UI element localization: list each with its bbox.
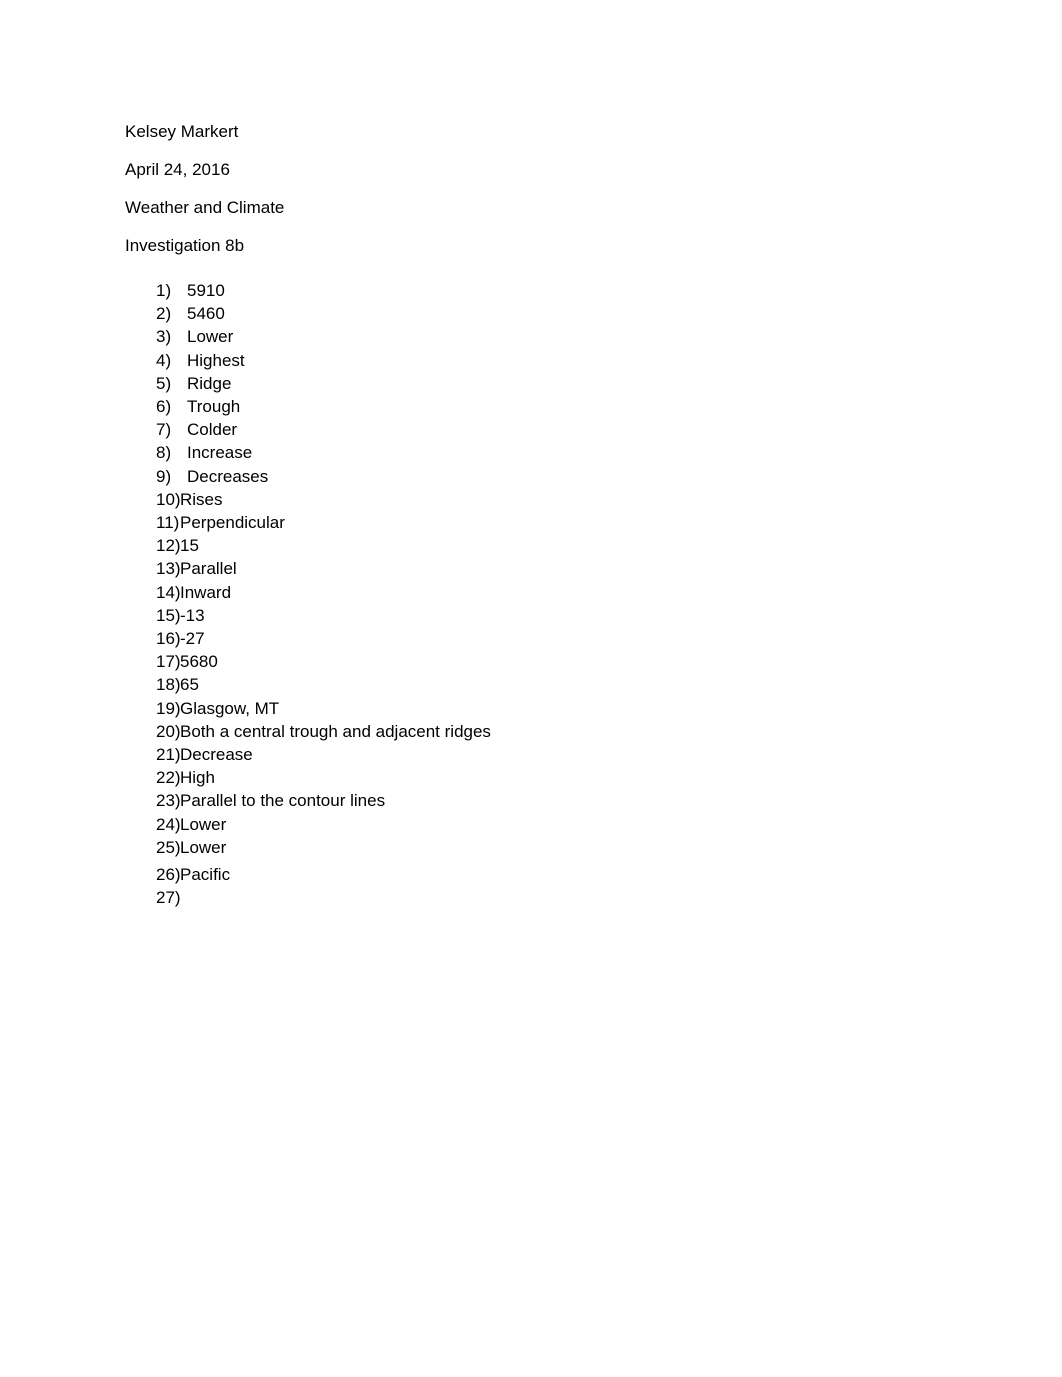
answer-row: 1) 5910 [156,279,976,302]
answer-text: Highest [187,350,245,370]
answer-row: 23) Parallel to the contour lines [156,789,976,812]
answer-text: Rises [180,489,223,509]
answer-text: Decreases [187,466,269,486]
answer-text: Parallel to the contour lines [180,791,386,811]
answer-marker: 6) [156,397,172,417]
assignment-date: April 24, 2016 [125,160,230,179]
answer-text: Parallel [180,559,237,579]
answer-row: 6) Trough [156,395,976,418]
answer-marker: 15) [156,605,181,625]
answer-row: 13) Parallel [156,557,976,580]
answer-marker: 3) [156,327,172,347]
answer-text: Lower [180,837,227,857]
answer-row: 9) Decreases [156,465,976,488]
answer-row: 17) 5680 [156,650,976,673]
answer-row: 20) Both a central trough and adjacent ri… [156,720,976,743]
assignment-title: Investigation 8b [125,236,245,255]
answer-marker: 25) [156,837,181,857]
answer-list: 1) 5910 2) 5460 3) Lower 4) Highest 5) Ridge 6) Tro… [156,279,976,909]
answer-row: 5) Ridge [156,372,976,395]
student-name: Kelsey Markert [125,122,239,141]
answer-text: Increase [187,443,253,463]
answer-marker: 13) [156,559,181,579]
answer-text: Inward [180,582,232,602]
answer-text: Glasgow, MT [180,698,280,718]
answer-text: 5460 [187,304,225,324]
answer-marker: 18) [156,675,181,695]
answer-row: 25) Lower [156,836,976,859]
answer-marker: 21) [156,745,181,765]
answer-marker: 14) [156,582,181,602]
course-name: Weather and Climate [125,198,285,217]
answer-row: 26) Pacific [156,863,976,886]
answer-marker: 12) [156,536,181,556]
answer-row: 10) Rises [156,488,976,511]
answer-marker: 24) [156,814,181,834]
answer-text: Ridge [187,373,232,393]
answer-row: 12) 15 [156,534,976,557]
answer-row: 27) [156,886,976,909]
answer-row: 16) -27 [156,627,976,650]
answer-text: Lower [187,327,234,347]
answer-row: 14) Inward [156,581,976,604]
answer-marker: 26) [156,865,181,885]
answer-row: 8) Increase [156,441,976,464]
answer-text: -13 [180,605,205,625]
answer-text: -27 [180,629,205,649]
answer-row: 21) Decrease [156,743,976,766]
answer-marker: 9) [156,466,172,486]
answer-row: 22) High [156,766,976,789]
answer-text: Perpendicular [180,513,285,533]
answer-marker: 5) [156,373,172,393]
answer-marker: 8) [156,443,172,463]
answer-marker: 20) [156,721,181,741]
answer-marker: 4) [156,350,172,370]
answer-text: Decrease [180,745,253,765]
document-header: Kelsey Markert April 24, 2016 Weather an… [125,122,925,256]
answer-text: Lower [180,814,227,834]
answer-text: High [180,768,215,788]
answer-marker: 19) [156,698,181,718]
answer-marker: 2) [156,304,172,324]
answer-marker: 17) [156,652,181,672]
answer-row: 19) Glasgow, MT [156,697,976,720]
answer-text: Pacific [180,865,231,885]
answer-row: 4) Highest [156,349,976,372]
answer-marker: 16) [156,629,181,649]
answer-marker: 27) [156,888,181,908]
answer-text: Trough [187,397,241,417]
answer-marker: 22) [156,768,181,788]
answer-row: 2) 5460 [156,302,976,325]
document-page: Kelsey Markert April 24, 2016 Weather an… [0,0,1062,1377]
answer-row: 15) -13 [156,604,976,627]
answer-text: 5910 [187,281,225,300]
answer-marker: 10) [156,489,181,509]
answer-text: 65 [180,675,199,695]
answer-row: 3) Lower [156,325,976,348]
answer-marker: 7) [156,420,172,440]
answer-marker: 11) [156,513,180,533]
answer-text: Both a central trough and adjacent ridge… [180,721,491,741]
answer-text: 5680 [180,652,218,672]
answer-marker: 23) [156,791,181,811]
answer-marker: 1) [156,281,172,300]
answer-row: 18) 65 [156,673,976,696]
answer-text: Colder [187,420,238,440]
answer-row: 24) Lower [156,813,976,836]
answer-row: 7) Colder [156,418,976,441]
answer-text: 15 [180,536,199,556]
answer-row: 11) Perpendicular [156,511,976,534]
